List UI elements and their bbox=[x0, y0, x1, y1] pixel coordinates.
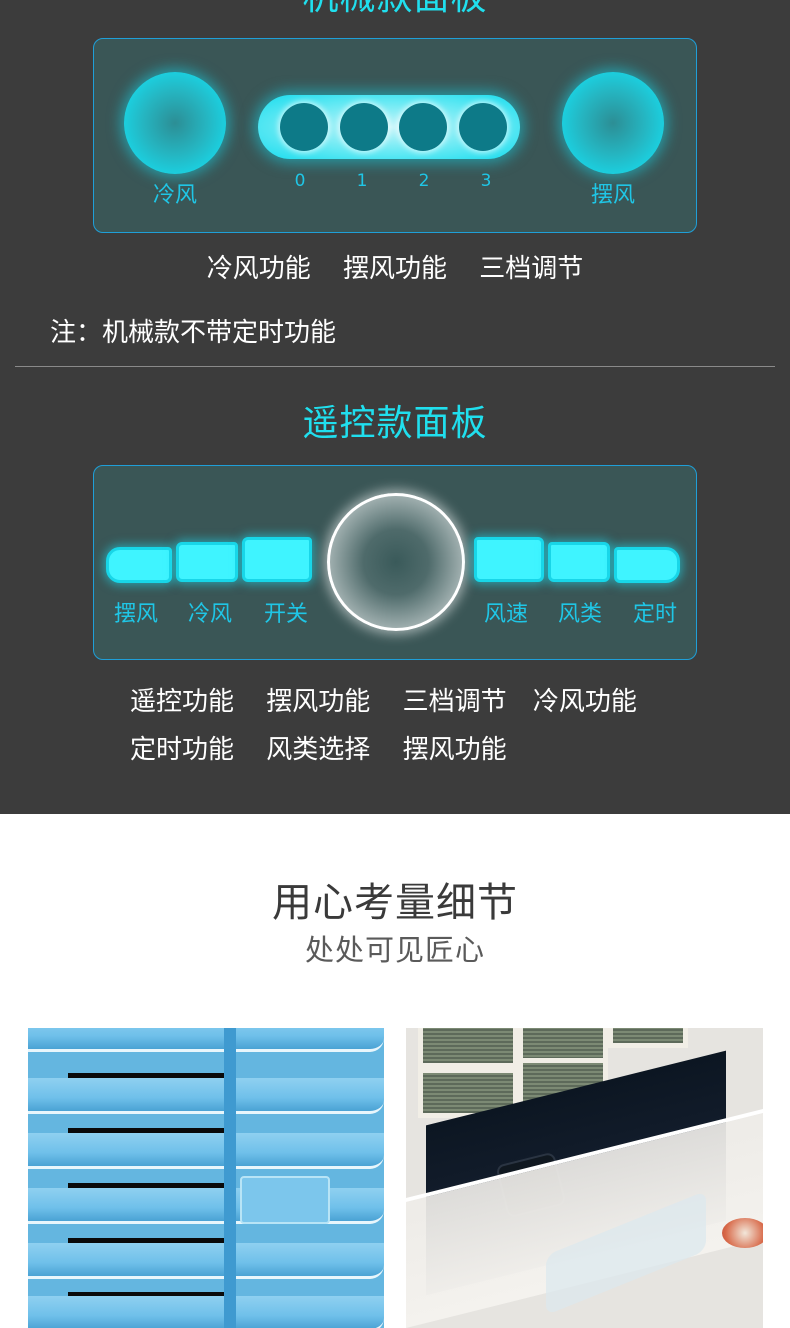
cool-air-label: 冷风 bbox=[152, 183, 197, 208]
wind-type-key[interactable] bbox=[548, 542, 610, 582]
detail-section-title: 用心考量细节 bbox=[272, 880, 518, 926]
feature-item: 冷风功能 bbox=[206, 254, 311, 284]
louver-blade bbox=[28, 1028, 384, 1052]
speed-level-label: 3 bbox=[480, 171, 492, 191]
remote-panel-title: 遥控款面板 bbox=[302, 403, 488, 444]
section-divider bbox=[15, 366, 775, 367]
speed-button-2[interactable] bbox=[399, 103, 447, 151]
timer-key-label: 定时 bbox=[632, 602, 677, 627]
remote-feature-list-row-1: 遥控功能 摆风功能 三档调节 冷风功能 bbox=[130, 686, 661, 718]
feature-item: 摆风功能 bbox=[266, 687, 371, 717]
louver-blade bbox=[28, 1296, 384, 1328]
swing-key-label: 摆风 bbox=[113, 602, 158, 627]
feature-item: 遥控功能 bbox=[130, 687, 235, 717]
fan-speed-key-label: 风速 bbox=[483, 602, 528, 627]
feature-item: 风类选择 bbox=[266, 735, 371, 765]
speed-level-label: 1 bbox=[356, 171, 368, 191]
detail-section-subtitle: 处处可见匠心 bbox=[304, 933, 485, 967]
speed-button-1[interactable] bbox=[340, 103, 388, 151]
mechanical-feature-list: 冷风功能 摆风功能 三档调节 bbox=[0, 253, 790, 285]
swing-knob[interactable] bbox=[562, 72, 664, 174]
swing-label: 摆风 bbox=[590, 183, 635, 208]
feature-item: 冷风功能 bbox=[532, 687, 637, 717]
louver-blade bbox=[28, 1133, 384, 1169]
louver-blade bbox=[28, 1243, 384, 1279]
louver-tab bbox=[240, 1176, 330, 1224]
cool-air-key[interactable] bbox=[176, 542, 238, 582]
fan-speed-key[interactable] bbox=[474, 537, 544, 582]
wind-type-key-label: 风类 bbox=[557, 602, 602, 627]
swing-key[interactable] bbox=[106, 547, 172, 583]
mechanical-control-panel: 冷风 0 1 2 3 摆风 bbox=[93, 38, 697, 233]
center-dial-button[interactable] bbox=[327, 493, 465, 631]
louver-blade bbox=[28, 1188, 384, 1224]
speed-button-0[interactable] bbox=[280, 103, 328, 151]
feature-item: 定时功能 bbox=[130, 735, 235, 765]
speed-selector bbox=[258, 95, 520, 159]
mechanical-panel-title: 机械款面板 bbox=[0, 0, 790, 18]
cool-air-key-label: 冷风 bbox=[187, 602, 232, 627]
power-key[interactable] bbox=[242, 537, 312, 582]
water-tank-photo bbox=[406, 1028, 763, 1328]
feature-item: 三档调节 bbox=[402, 687, 507, 717]
louver-photo bbox=[28, 1028, 384, 1328]
feature-item: 摆风功能 bbox=[402, 735, 507, 765]
speed-level-label: 2 bbox=[418, 171, 430, 191]
louver-blade bbox=[28, 1078, 384, 1114]
timer-key[interactable] bbox=[614, 547, 680, 583]
speed-button-3[interactable] bbox=[459, 103, 507, 151]
remote-control-panel: 摆风 冷风 开关 风速 风类 定时 bbox=[93, 465, 697, 660]
mechanical-note: 注：机械款不带定时功能 bbox=[50, 318, 337, 348]
cool-air-knob[interactable] bbox=[124, 72, 226, 174]
dark-feature-section: 机械款面板 冷风 0 1 2 3 摆风 冷风功能 摆风功能 三档调节 注：机械款… bbox=[0, 0, 790, 814]
remote-feature-list-row-2: 定时功能 风类选择 摆风功能 bbox=[130, 734, 531, 766]
power-key-label: 开关 bbox=[263, 602, 308, 627]
filter-grid bbox=[418, 1028, 518, 1068]
speed-level-label: 0 bbox=[294, 171, 306, 191]
feature-item: 摆风功能 bbox=[342, 254, 447, 284]
louver-rib bbox=[224, 1028, 236, 1328]
feature-item: 三档调节 bbox=[479, 254, 584, 284]
filter-grid bbox=[608, 1028, 688, 1048]
product-badge bbox=[722, 1218, 763, 1248]
